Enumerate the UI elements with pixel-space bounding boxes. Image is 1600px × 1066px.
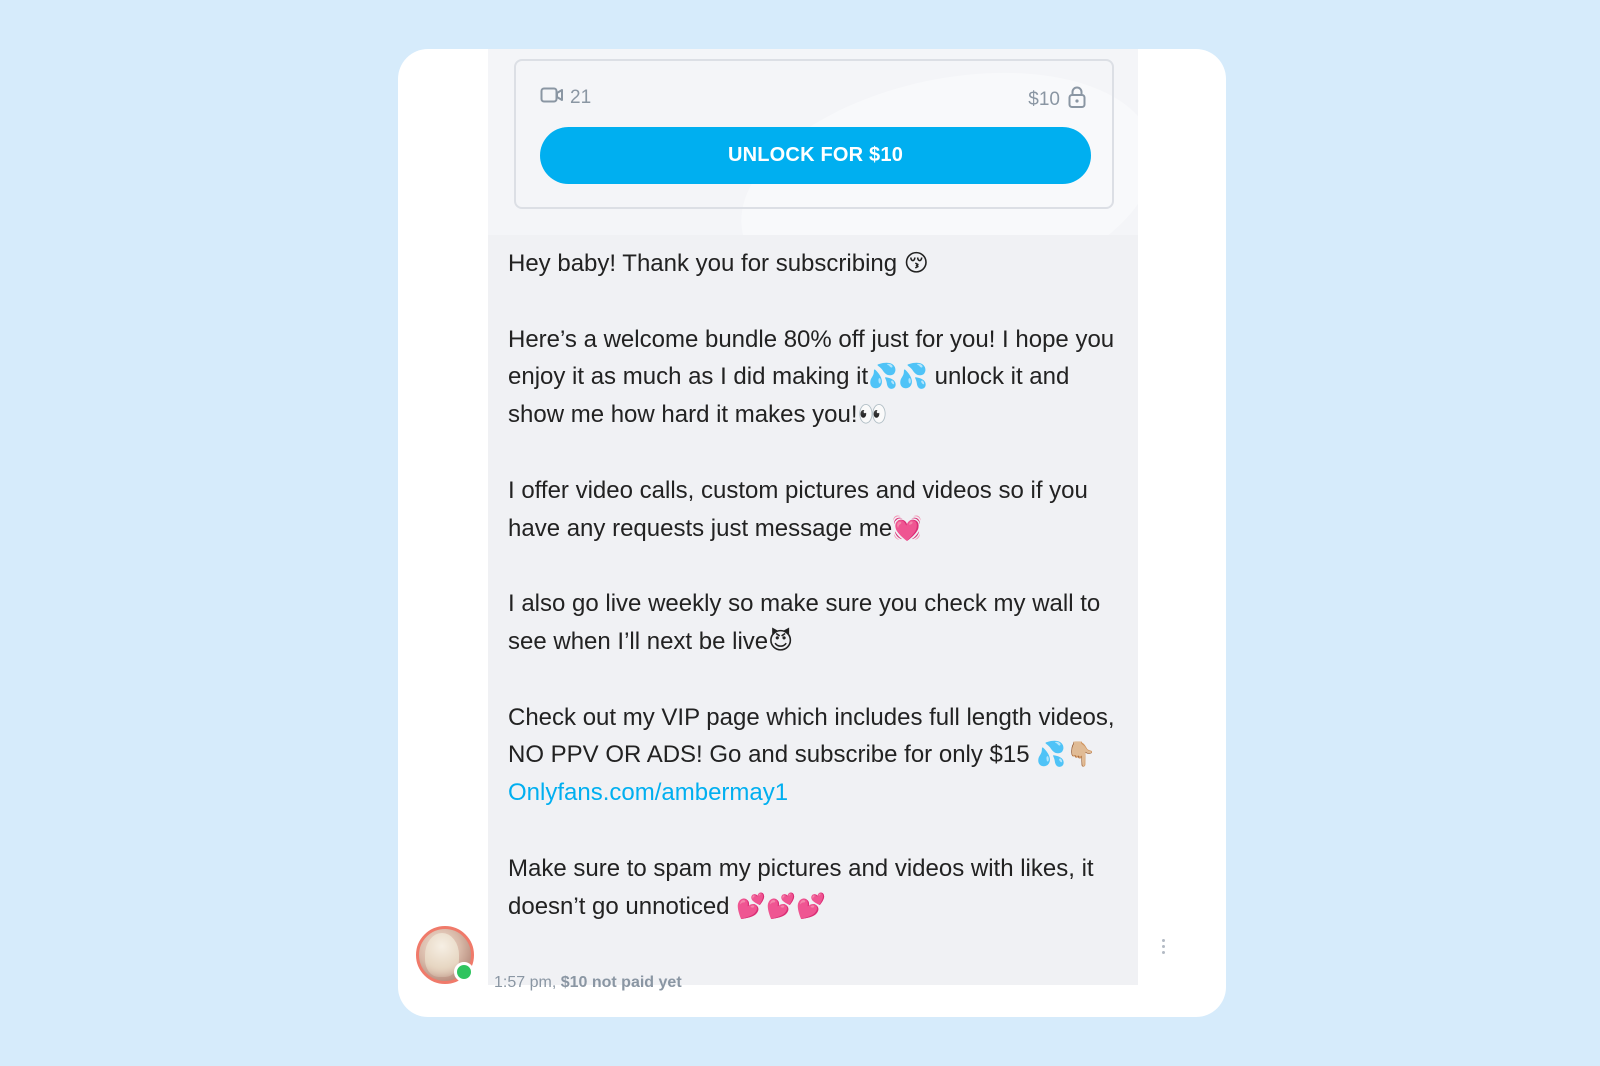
- message-paragraph: I offer video calls, custom pictures and…: [508, 476, 1088, 542]
- unlock-button[interactable]: UNLOCK FOR $10: [540, 127, 1091, 184]
- more-vertical-icon[interactable]: [1158, 939, 1168, 954]
- message-bubble: 21 $10 UNLOCK FOR $10 Hey baby! Thank yo…: [488, 49, 1138, 985]
- locked-media-preview: 21 $10 UNLOCK FOR $10: [488, 49, 1138, 235]
- media-price: $10: [1028, 85, 1086, 115]
- payment-status: $10 not paid yet: [560, 974, 682, 991]
- lock-icon: [1068, 85, 1086, 115]
- video-count-label: 21: [570, 87, 592, 108]
- locked-media-box: 21 $10 UNLOCK FOR $10: [514, 59, 1114, 209]
- chat-card: 21 $10 UNLOCK FOR $10 Hey baby! Thank yo…: [398, 49, 1226, 1017]
- message-text: Hey baby! Thank you for subscribing 😚 He…: [508, 245, 1128, 925]
- message-paragraph: I also go live weekly so make sure you c…: [508, 590, 1101, 655]
- price-label: $10: [1028, 89, 1060, 110]
- message-paragraph: Make sure to spam my pictures and videos…: [508, 854, 1094, 920]
- video-camera-icon: [540, 85, 564, 111]
- message-paragraph: Check out my VIP page which includes ful…: [508, 703, 1115, 769]
- avatar[interactable]: [416, 926, 474, 984]
- vip-page-link[interactable]: Onlyfans.com/ambermay1: [508, 774, 1128, 812]
- message-meta: 1:57 pm, $10 not paid yet: [494, 974, 682, 992]
- online-status-dot: [454, 962, 474, 982]
- message-time: 1:57 pm,: [494, 974, 557, 991]
- message-paragraph: Here’s a welcome bundle 80% off just for…: [508, 325, 1115, 429]
- message-paragraph: Hey baby! Thank you for subscribing 😚: [508, 250, 929, 277]
- vip-paragraph: Check out my VIP page which includes ful…: [508, 699, 1128, 812]
- media-count: 21: [540, 85, 591, 111]
